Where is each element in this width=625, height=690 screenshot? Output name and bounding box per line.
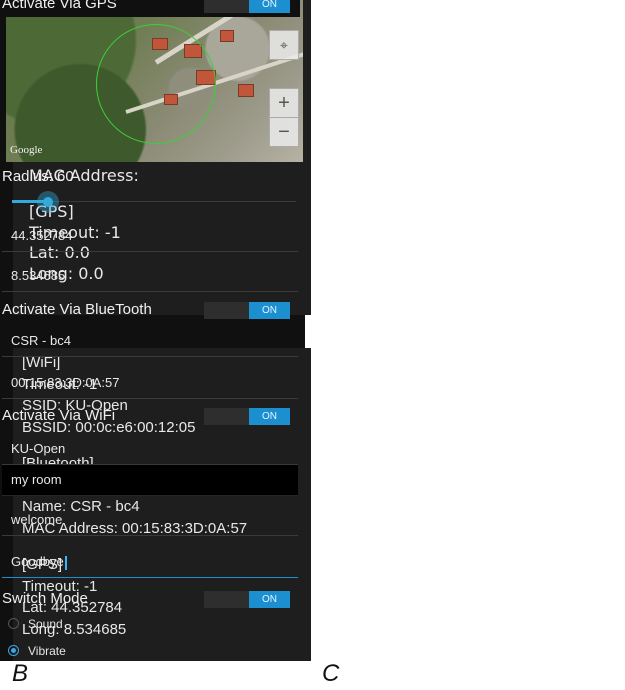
bluetooth-name-value: CSR - bc4 [11, 333, 71, 348]
wifi-header-label: Activate Via WiFi [2, 407, 116, 424]
gps-toggle-on: ON [249, 0, 290, 13]
wifi-toggle-on: ON [249, 408, 290, 425]
map-building [238, 84, 254, 97]
bluetooth-mac-field[interactable]: 00:15:83:3D:0A:57 [2, 368, 298, 399]
latitude-value: 44.352784 [11, 228, 73, 243]
bluetooth-mac-value: 00:15:83:3D:0A:57 [11, 375, 120, 390]
wifi-toggle[interactable]: ON [204, 408, 290, 425]
radius-row: Radius: 60 [0, 164, 300, 190]
zoom-in-button[interactable]: + [269, 88, 299, 118]
map-view[interactable]: ⌖ + − Google [6, 0, 303, 162]
bluetooth-header-row: Activate Via BlueTooth ON [0, 297, 300, 323]
latitude-field[interactable]: 44.352784 [2, 221, 298, 252]
info-line: [GPS] [29, 202, 74, 221]
switch-mode-toggle-on: ON [249, 591, 290, 608]
vibrate-radio[interactable] [8, 645, 19, 656]
google-logo: Google [10, 144, 43, 156]
gps-radius-circle [96, 24, 216, 144]
bluetooth-toggle-on: ON [249, 302, 290, 319]
gps-header-label: Activate Via GPS [2, 0, 117, 12]
switch-mode-header-row: Switch Mode ON [0, 586, 300, 612]
mode-sound-option[interactable]: Sound [6, 613, 206, 635]
sound-radio[interactable] [8, 618, 19, 629]
gps-toggle[interactable]: ON [204, 0, 290, 13]
wifi-header-row: Activate Via WiFi ON [0, 403, 300, 429]
bluetooth-toggle[interactable]: ON [204, 302, 290, 319]
wifi-ssid-field[interactable]: KU-Open [2, 434, 298, 465]
mode-vibrate-option[interactable]: Vibrate [6, 640, 206, 662]
figure-label-c: C [322, 660, 340, 687]
switch-mode-toggle[interactable]: ON [204, 591, 290, 608]
bluetooth-name-field[interactable]: CSR - bc4 [2, 326, 298, 357]
figure-label-b: B [12, 660, 29, 687]
wifi-ssid-value: KU-Open [11, 441, 66, 456]
map-building [220, 30, 234, 42]
room-name-field[interactable]: my room [2, 465, 298, 496]
sound-label: Sound [28, 617, 63, 631]
bluetooth-header-label: Activate Via BlueTooth [2, 301, 152, 318]
longitude-value: 8.534685 [11, 268, 66, 283]
goodbye-message-field[interactable]: Goodbye [2, 547, 298, 578]
welcome-message-value: welcome [11, 512, 63, 527]
longitude-field[interactable]: 8.534685 [2, 261, 298, 292]
text-cursor [64, 555, 67, 570]
vibrate-label: Vibrate [28, 644, 66, 658]
zoom-out-button[interactable]: − [269, 117, 299, 147]
gps-header-row: Activate Via GPS ON [0, 0, 300, 17]
settings-screen: ⌖ + − Google Activate Via GPS ON Radius:… [0, 0, 305, 661]
radius-slider-thumb[interactable] [37, 191, 59, 213]
radius-label: Radius: 60 [2, 168, 74, 185]
switch-mode-label: Switch Mode [2, 590, 88, 607]
welcome-message-field[interactable]: welcome [2, 505, 298, 536]
crosshair-icon[interactable]: ⌖ [269, 30, 299, 60]
goodbye-message-value: Goodbye [11, 554, 64, 569]
room-name-value: my room [11, 472, 62, 487]
